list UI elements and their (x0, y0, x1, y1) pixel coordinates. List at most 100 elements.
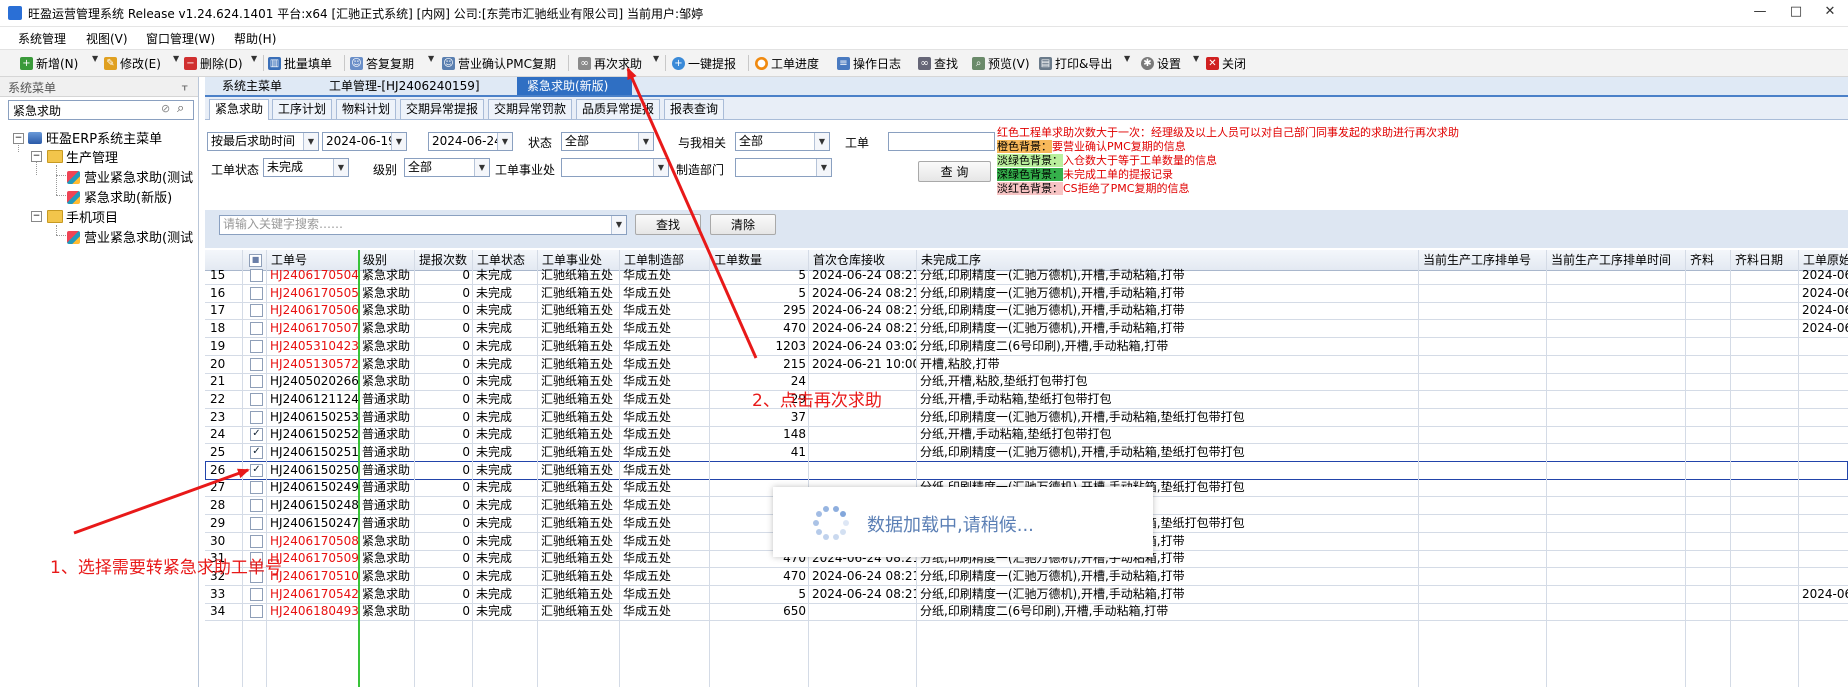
row-checkbox[interactable] (250, 357, 263, 371)
reply-date-button[interactable]: ☺ 答复复期 (350, 54, 414, 72)
doc-tab-urgent-help[interactable]: 紧急求助(新版) (517, 77, 632, 95)
spinner-dot (840, 511, 847, 518)
operation-log-button[interactable]: ≡ 操作日志 (837, 54, 901, 72)
reply-dropdown-icon[interactable]: ▼ (428, 54, 434, 63)
row-checkbox[interactable] (250, 516, 263, 530)
maximize-button[interactable]: □ (1788, 4, 1804, 20)
table-row[interactable]: 23 HJ2406150253 普通求助 0 未完成 汇驰纸箱五处 华成五处 37 分纸,印刷精… (205, 408, 1848, 427)
row-checkbox[interactable]: ✓ (250, 428, 263, 442)
row-checkbox[interactable] (250, 499, 263, 513)
pin-icon[interactable]: ᚁ (182, 79, 187, 92)
row-checkbox[interactable] (250, 410, 263, 424)
table-row[interactable]: 20 HJ2405130572 紧急求助 0 未完成 汇驰纸箱五处 华成五处 215 2024-… (205, 355, 1848, 374)
collapse-icon[interactable]: − (13, 133, 24, 144)
print-export-button[interactable]: ▤ 打印&导出 (1039, 54, 1112, 72)
settings-button[interactable]: ✱ 设置 (1141, 54, 1181, 72)
clear-icon[interactable]: ⊘ (161, 102, 170, 115)
tree-group-mobile[interactable]: 手机项目 (47, 207, 118, 226)
table-row[interactable]: 32 HJ2406170510 紧急求助 0 未完成 汇驰纸箱五处 华成五处 470 2024-… (205, 567, 1848, 586)
new-dropdown-icon[interactable]: ▼ (92, 54, 98, 63)
table-row[interactable]: 17 HJ2406170506 紧急求助 0 未完成 汇驰纸箱五处 华成五处 295 2024-… (205, 301, 1848, 321)
date-from-input[interactable]: 2024-06-19 ▼ (322, 132, 407, 151)
date-to-input[interactable]: 2024-06-24 ▼ (428, 132, 513, 151)
order-progress-button[interactable]: ● 工单进度 (755, 54, 819, 72)
table-row[interactable]: 33 HJ2406170542 紧急求助 0 未完成 汇驰纸箱五处 华成五处 5 2024-06… (205, 585, 1848, 604)
order-status-select[interactable]: 未完成 ▼ (263, 158, 349, 177)
row-checkbox[interactable]: ✓ (250, 463, 263, 477)
tab-delivery-report[interactable]: 交期异常提报 (400, 99, 485, 119)
settings-dropdown-icon[interactable]: ▼ (1193, 54, 1199, 63)
close-window-button[interactable]: ✕ (1822, 4, 1838, 20)
tree-item-sales-urgent-mobile[interactable]: 营业紧急求助(测试 (67, 227, 193, 246)
row-checkbox[interactable] (250, 286, 263, 300)
menu-help[interactable]: 帮助(H) (234, 30, 276, 47)
row-checkbox[interactable] (250, 339, 263, 353)
table-row[interactable]: 22 HJ2406121124 普通求助 0 未完成 汇驰纸箱五处 华成五处 29 分纸,开槽,… (205, 390, 1848, 409)
table-row[interactable]: 26 ✓ HJ2406150250 普通求助 0 未完成 汇驰纸箱五处 华成五处 (205, 460, 1848, 480)
row-checkbox[interactable] (250, 587, 263, 601)
row-checkbox[interactable] (250, 269, 263, 282)
division-select[interactable]: ▼ (561, 158, 669, 177)
edit-button[interactable]: ✎ 修改(E) (104, 54, 161, 72)
status-select[interactable]: 全部 ▼ (561, 132, 654, 151)
table-row[interactable]: 16 HJ2406170505 紧急求助 0 未完成 汇驰纸箱五处 华成五处 5 2024-06… (205, 284, 1848, 303)
table-row[interactable]: 19 HJ2405310423 紧急求助 0 未完成 汇驰纸箱五处 华成五处 1203 2024… (205, 337, 1848, 356)
doc-tab-order-management[interactable]: 工单管理-[HJ2406240159] (319, 77, 490, 95)
tree-group-production[interactable]: 生产管理 (47, 147, 118, 166)
query-button[interactable]: 查 询 (918, 161, 991, 182)
menu-system[interactable]: 系统管理 (18, 30, 66, 47)
order-input[interactable] (888, 132, 995, 151)
table-row[interactable]: 34 HJ2406180493 紧急求助 0 未完成 汇驰纸箱五处 华成五处 650 分纸,印刷… (205, 602, 1848, 622)
pmc-confirm-button[interactable]: ☺ 营业确认PMC复期 (442, 54, 556, 72)
table-row[interactable]: 18 HJ2406170507 紧急求助 0 未完成 汇驰纸箱五处 华成五处 470 2024-… (205, 319, 1848, 339)
time-mode-select[interactable]: 按最后求助时间 ▼ (207, 132, 319, 151)
preview-button[interactable]: ⌕ 预览(V) (972, 54, 1030, 72)
batch-fill-button[interactable]: ▥ 批量填单 (268, 54, 332, 72)
menu-view[interactable]: 视图(V) (86, 30, 128, 47)
level-select[interactable]: 全部 ▼ (404, 158, 490, 177)
clear-button[interactable]: 清除 (710, 214, 776, 235)
tab-process-plan[interactable]: 工序计划 (272, 99, 333, 119)
print-dropdown-icon[interactable]: ▼ (1124, 54, 1130, 63)
minimize-button[interactable]: — (1752, 4, 1768, 20)
tree-item-sales-urgent[interactable]: 营业紧急求助(测试 (67, 167, 193, 186)
sidebar-search-input[interactable]: 紧急求助 ⊘ ⌕ (8, 100, 194, 120)
table-row[interactable]: 15 HJ2406170504 紧急求助 0 未完成 汇驰纸箱五处 华成五处 5 2024-06… (205, 266, 1848, 285)
table-row[interactable]: 25 ✓ HJ2406150251 普通求助 0 未完成 汇驰纸箱五处 华成五处 41 分纸,印刷… (205, 443, 1848, 462)
tab-report-query[interactable]: 报表查询 (664, 99, 725, 119)
find-button[interactable]: ∞ 查找 (918, 54, 958, 72)
table-row[interactable]: 24 ✓ HJ2406150252 普通求助 0 未完成 汇驰纸箱五处 华成五处 148 分纸,开… (205, 425, 1848, 445)
keyword-search-input[interactable]: 请输入关键字搜索…… ▼ (219, 215, 627, 235)
collapse-icon[interactable]: − (31, 211, 42, 222)
tree-item-urgent-new[interactable]: 紧急求助(新版) (67, 187, 172, 206)
menu-window[interactable]: 窗口管理(W) (146, 30, 215, 47)
delete-button[interactable]: − 删除(D) (184, 54, 243, 72)
related-select[interactable]: 全部 ▼ (735, 132, 830, 151)
tab-urgent-help[interactable]: 紧急求助 (209, 99, 270, 120)
delete-dropdown-icon[interactable]: ▼ (251, 54, 257, 63)
row-checkbox[interactable] (250, 322, 263, 336)
tab-quality-report[interactable]: 品质异常提报 (576, 99, 661, 119)
new-button[interactable]: + 新增(N) (20, 54, 78, 72)
tab-material-plan[interactable]: 物料计划 (336, 99, 397, 119)
rerequest-button[interactable]: ∞ 再次求助 (578, 54, 642, 72)
row-checkbox[interactable] (250, 304, 263, 318)
row-checkbox[interactable] (250, 481, 263, 495)
collapse-icon[interactable]: − (31, 151, 42, 162)
doc-tab-main-menu[interactable]: 系统主菜单 (212, 77, 292, 95)
row-checkbox[interactable] (250, 392, 263, 406)
tab-delivery-penalty[interactable]: 交期异常罚款 (488, 99, 573, 119)
row-checkbox[interactable]: ✓ (250, 446, 263, 459)
row-checkbox[interactable] (250, 375, 263, 389)
dept-select[interactable]: ▼ (735, 158, 832, 177)
edit-dropdown-icon[interactable]: ▼ (173, 54, 179, 63)
search-icon[interactable]: ⌕ (177, 101, 184, 116)
close-button[interactable]: ✕ 关闭 (1206, 54, 1246, 72)
one-key-report-button[interactable]: + 一键提报 (672, 54, 736, 72)
table-row[interactable]: 21 HJ2405020266 紧急求助 0 未完成 汇驰纸箱五处 华成五处 24 分纸,开槽,… (205, 372, 1848, 392)
search-button[interactable]: 查找 (635, 214, 701, 235)
row-checkbox[interactable] (250, 534, 263, 548)
rerequest-dropdown-icon[interactable]: ▼ (653, 54, 659, 63)
row-checkbox[interactable] (250, 605, 263, 619)
tree-root[interactable]: 旺盈ERP系统主菜单 (28, 128, 162, 147)
